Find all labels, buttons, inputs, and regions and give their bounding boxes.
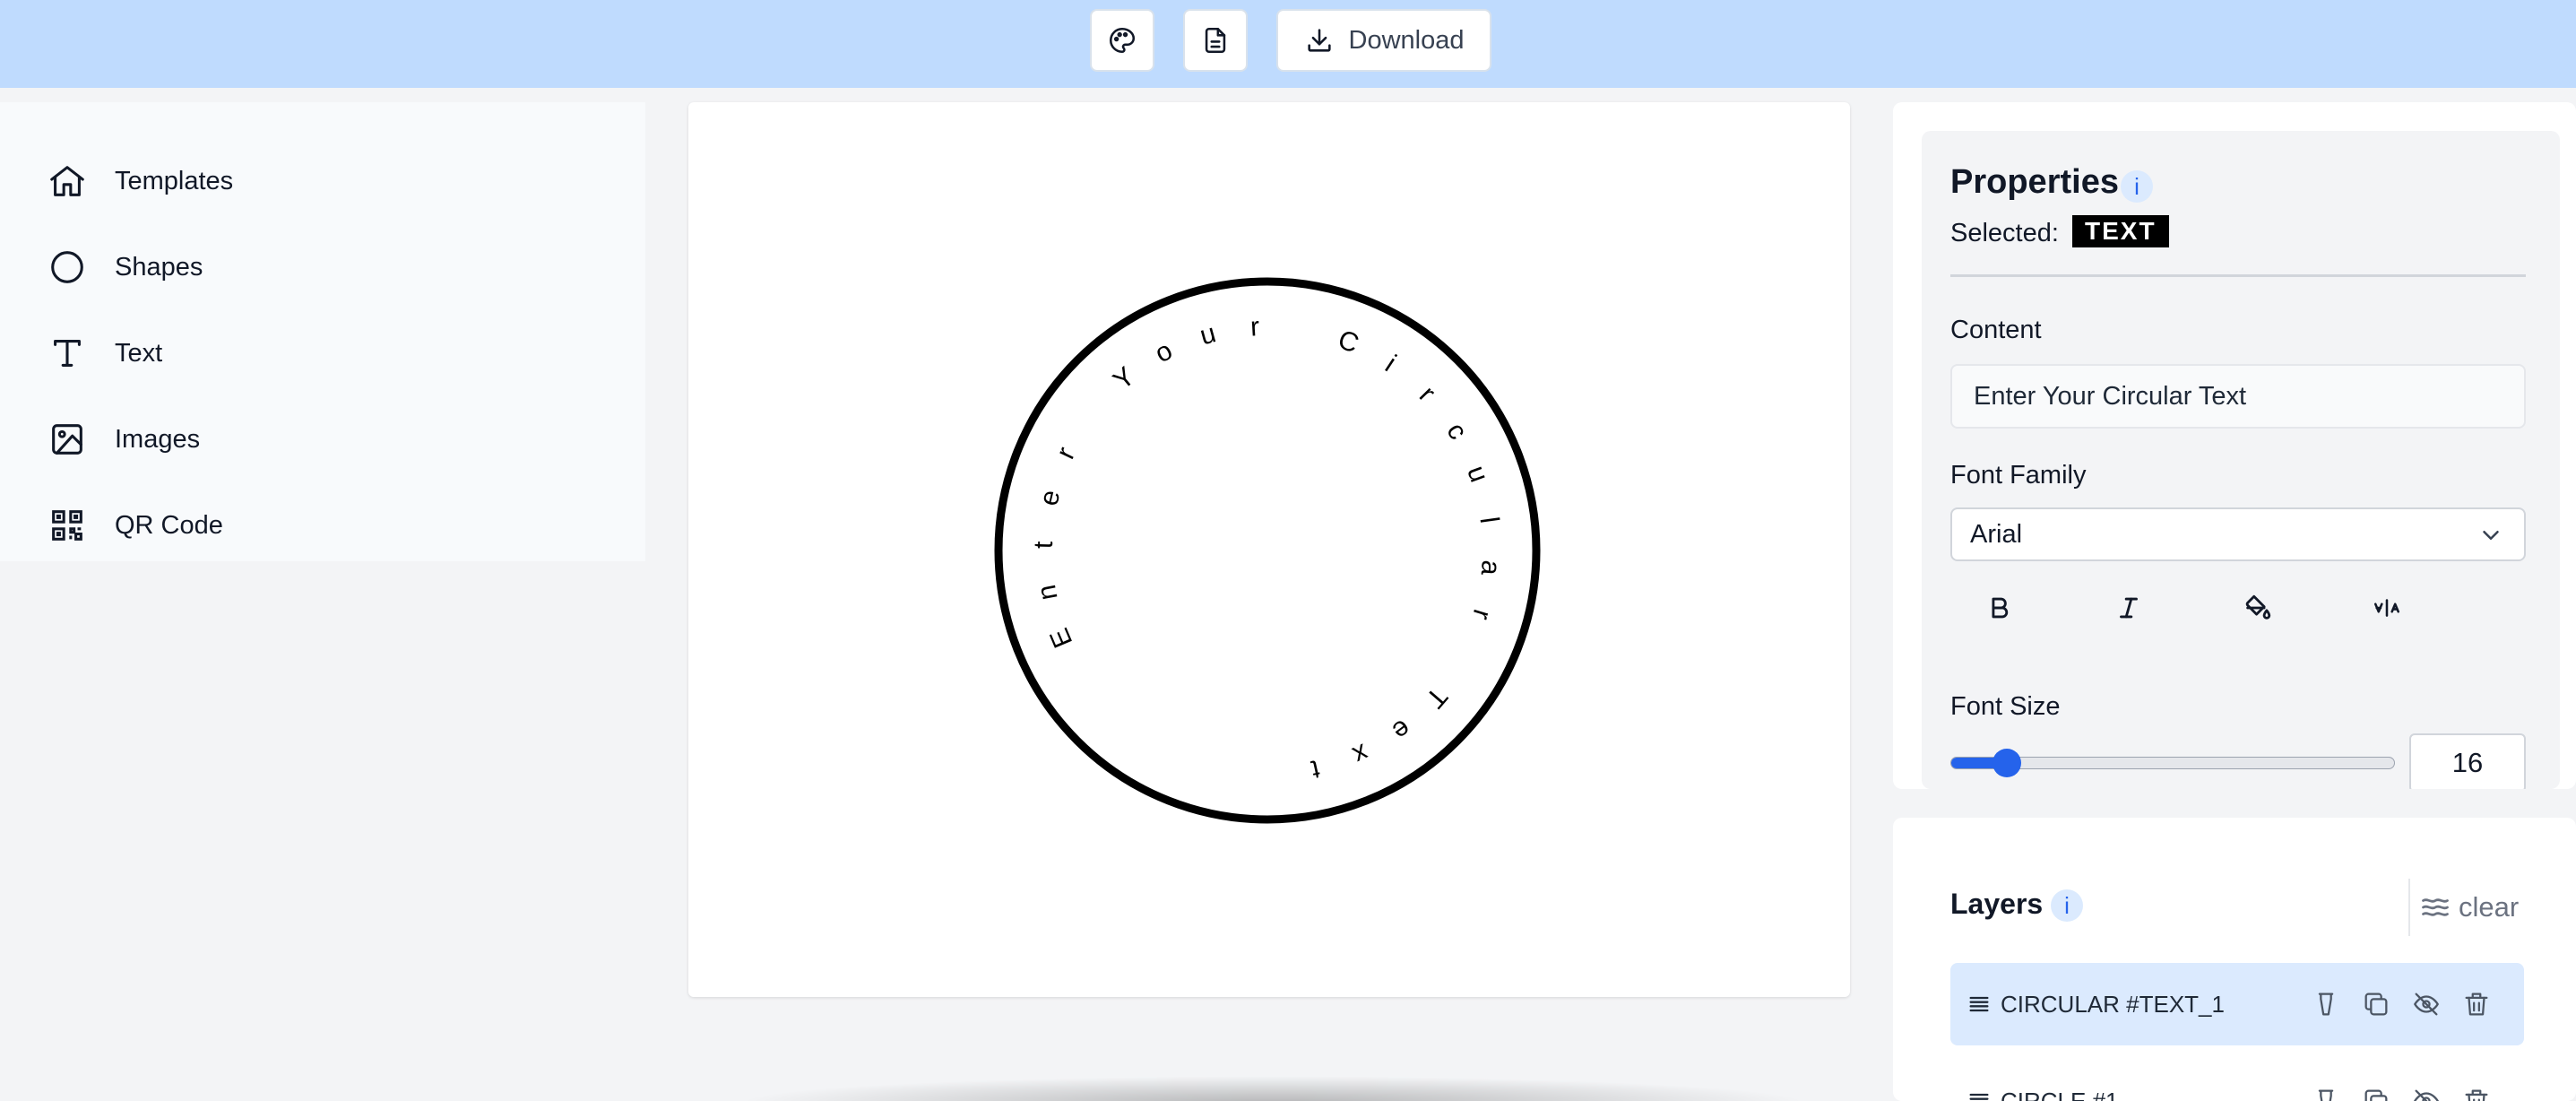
layers-panel: Layers i clear CIRCULAR #TEXT_1 CIRCLE #… (1893, 818, 2576, 1101)
layer-row[interactable]: CIRCULAR #TEXT_1 (1950, 963, 2524, 1045)
download-button[interactable]: Download (1276, 9, 1491, 72)
download-icon (1307, 29, 1331, 52)
circular-text-letter: t (1308, 754, 1322, 785)
top-toolbar: Download (0, 0, 2576, 88)
circular-text-letter: e (1033, 487, 1066, 508)
circular-text-letter: n (1032, 583, 1064, 603)
font-family-label: Font Family (1950, 461, 2087, 490)
document-icon (1205, 27, 1226, 54)
bold-button[interactable] (1968, 581, 2031, 635)
sidebar-item-shapes[interactable]: Shapes (47, 240, 203, 294)
properties-panel: Properties i Selected: TEXT Content Font… (1922, 131, 2560, 789)
selected-type-badge: TEXT (2072, 215, 2169, 247)
circular-text-letter: i (1380, 350, 1402, 377)
sidebar-item-label: Images (115, 424, 201, 454)
font-size-label: Font Size (1950, 692, 2061, 721)
circular-text-letter: o (1150, 335, 1177, 368)
sidebar-item-label: Templates (115, 166, 234, 195)
font-family-select[interactable]: Arial (1950, 507, 2526, 561)
hide-icon[interactable] (2411, 1086, 2442, 1101)
circular-text-letter: E (1044, 624, 1078, 652)
italic-button[interactable] (2097, 581, 2160, 635)
circular-text-letter: Y (1108, 361, 1141, 395)
waves-icon (2422, 898, 2449, 916)
bold-icon (1992, 597, 2009, 619)
canvas-shadow (735, 1076, 1811, 1101)
clear-label: clear (2459, 891, 2520, 923)
layer-row[interactable]: CIRCLE #1 (1950, 1060, 2524, 1101)
sidebar-item-label: Text (115, 338, 163, 368)
properties-info-icon[interactable]: i (2121, 170, 2153, 203)
page-settings-button[interactable] (1183, 9, 1248, 72)
circular-text-letter: r (1050, 443, 1081, 464)
sidebar-item-qr-code[interactable]: QR Code (47, 498, 223, 552)
circular-text-letter: a (1475, 559, 1506, 577)
circular-text-letter: r (1249, 312, 1260, 342)
trash-icon[interactable] (2461, 989, 2492, 1019)
font-size-slider[interactable] (1950, 749, 2395, 777)
sidebar-item-images[interactable]: Images (47, 412, 200, 466)
circular-text[interactable]: EnterYou r CircularText (1029, 312, 1506, 785)
image-icon (52, 424, 82, 455)
properties-divider (1950, 274, 2526, 277)
properties-title: Properties (1950, 163, 2119, 201)
duplicate-icon[interactable] (2361, 989, 2391, 1019)
palette-icon (1109, 27, 1136, 54)
sidebar-item-label: Shapes (115, 252, 203, 282)
font-family-value: Arial (1970, 519, 2023, 549)
circular-text-letter: u (1461, 462, 1494, 486)
sidebar-item-label: QR Code (115, 510, 223, 540)
clear-layers-button[interactable]: clear (2408, 879, 2528, 936)
chevron-down-icon (2483, 531, 2499, 540)
circular-text-letter: u (1197, 318, 1219, 351)
circular-text-letter: x (1348, 738, 1372, 770)
drag-handle-icon[interactable] (1967, 1088, 1992, 1101)
fill-color-button[interactable] (2226, 581, 2289, 635)
flip-text-icon (2373, 599, 2400, 617)
canvas-artwork: EnterYou r CircularText (994, 277, 1541, 824)
sidebar-item-templates[interactable]: Templates (47, 154, 233, 208)
circle-icon (51, 251, 83, 283)
circular-text-letter: t (1029, 541, 1059, 550)
italic-icon (2120, 597, 2138, 619)
left-sidebar: Templates Shapes Text Images QR Code (0, 102, 645, 561)
circular-text-letter: l (1474, 516, 1504, 525)
sidebar-item-text[interactable]: Text (47, 326, 162, 380)
circle-shape[interactable] (994, 277, 1541, 824)
qr-code-icon (52, 510, 82, 541)
duplicate-icon[interactable] (2361, 1086, 2391, 1101)
selected-label: Selected: (1950, 219, 2059, 247)
text-icon (54, 340, 81, 367)
home-icon (50, 166, 84, 196)
layer-name: CIRCULAR #TEXT_1 (2001, 990, 2225, 1018)
content-label: Content (1950, 316, 2042, 344)
trash-icon[interactable] (2461, 1086, 2492, 1101)
design-canvas[interactable]: EnterYourCircularText (688, 102, 1850, 997)
flip-text-button[interactable] (2356, 581, 2418, 635)
hide-icon[interactable] (2411, 989, 2442, 1019)
layer-name: CIRCLE #1 (2001, 1087, 2119, 1101)
download-label: Download (1348, 25, 1465, 55)
bring-forward-icon[interactable] (2311, 1086, 2341, 1101)
layers-info-icon[interactable]: i (2051, 889, 2083, 922)
fill-color-icon (2245, 594, 2271, 620)
circular-text-letter: r (1413, 380, 1441, 407)
drag-handle-icon[interactable] (1967, 992, 1992, 1017)
layers-title: Layers (1950, 888, 2044, 920)
circular-text-letter: e (1387, 714, 1416, 746)
circular-text-letter: r (1466, 606, 1497, 623)
theme-button[interactable] (1090, 9, 1154, 72)
circular-text-letter: C (1334, 325, 1362, 360)
content-input[interactable] (1950, 364, 2526, 429)
circular-text-letter: T (1420, 681, 1453, 713)
font-size-slider-thumb[interactable] (1993, 749, 2022, 777)
font-size-input[interactable] (2409, 733, 2526, 789)
bring-forward-icon[interactable] (2311, 989, 2341, 1019)
circular-text-letter: c (1440, 418, 1473, 445)
